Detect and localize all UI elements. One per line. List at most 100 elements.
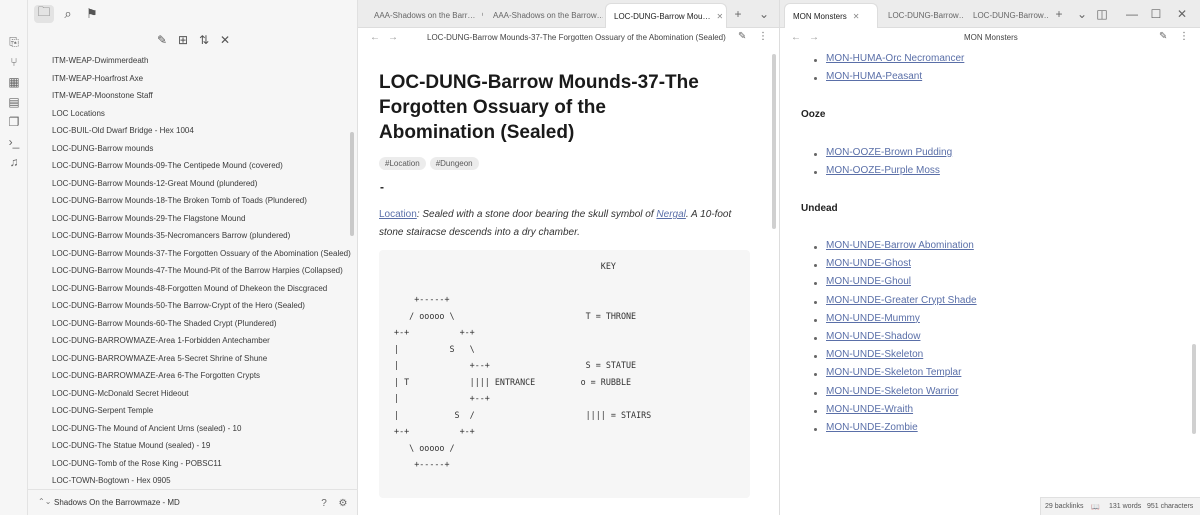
file-item[interactable]: ITM-WEAP-Moonstone Staff xyxy=(52,91,153,100)
pin-icon[interactable]: ⚲ xyxy=(481,11,483,20)
edit-pencil-icon[interactable]: ✎ xyxy=(1159,31,1167,42)
more-options-icon[interactable]: ⋮ xyxy=(1179,31,1189,42)
file-item[interactable]: LOC-DUNG-Serpent Temple xyxy=(52,406,153,415)
file-item[interactable]: LOC-DUNG-Barrow Mounds-48-Forgotten Moun… xyxy=(52,284,327,293)
new-tab-icon[interactable]: + xyxy=(730,6,746,22)
monster-link[interactable]: MON-UNDE-Skeleton Warrior xyxy=(826,386,958,397)
reading-view-icon[interactable]: 📖 xyxy=(1091,503,1100,511)
tab-aaa-shadows-2[interactable]: AAA-Shadows on the Barrow… xyxy=(485,3,603,28)
tab-loc-dung-1[interactable]: LOC-DUNG-Barrow… xyxy=(880,3,964,28)
monster-link[interactable]: MON-UNDE-Mummy xyxy=(826,313,920,324)
view-header-title[interactable]: MON Monsters xyxy=(964,33,1018,42)
monster-link[interactable]: MON-UNDE-Shadow xyxy=(826,331,920,342)
sort-icon[interactable]: ⇅ xyxy=(195,32,213,48)
maximize-icon[interactable]: ☐ xyxy=(1148,6,1164,22)
separator-dash: - xyxy=(380,180,384,194)
file-item[interactable]: LOC-DUNG-Barrow Mounds-18-The Broken Tom… xyxy=(52,196,307,205)
monster-link[interactable]: MON-OOZE-Purple Moss xyxy=(826,165,940,176)
edit-pencil-icon[interactable]: ✎ xyxy=(738,31,746,42)
file-item[interactable]: LOC-DUNG-Barrow Mounds-60-The Shaded Cry… xyxy=(52,319,277,328)
editor-scrollbar[interactable] xyxy=(772,54,776,229)
file-item[interactable]: LOC-DUNG-Tomb of the Rose King - POBSC11 xyxy=(52,459,222,468)
file-item[interactable]: LOC-TOWN-Bogtown - Hex 0905 xyxy=(52,476,171,485)
nergal-link[interactable]: Nergal xyxy=(656,209,685,220)
monster-link[interactable]: MON-UNDE-Skeleton Templar xyxy=(826,367,961,378)
collapse-all-icon[interactable]: ✕ xyxy=(216,32,234,48)
file-item[interactable]: ITM-WEAP-Hoarfrost Axe xyxy=(52,74,143,83)
file-item[interactable]: LOC-DUNG-BARROWMAZE-Area 1-Forbidden Ant… xyxy=(52,336,270,345)
right-pane-scrollbar[interactable] xyxy=(1192,344,1196,434)
tab-loc-dung-2[interactable]: LOC-DUNG-Barrow… xyxy=(965,3,1049,28)
monster-link[interactable]: MON-OOZE-Brown Pudding xyxy=(826,147,952,158)
templates-icon[interactable]: ❐ xyxy=(6,114,22,130)
bookmark-icon[interactable]: ⚑ xyxy=(82,5,102,23)
forward-arrow-icon[interactable]: → xyxy=(388,32,398,43)
file-item[interactable]: LOC-DUNG-BARROWMAZE-Area 6-The Forgotten… xyxy=(52,371,260,380)
tab-aaa-shadows-1[interactable]: AAA-Shadows on the Barr… ⚲ xyxy=(366,3,483,28)
monster-link[interactable]: MON-UNDE-Barrow Abomination xyxy=(826,240,974,251)
search-icon[interactable]: ⌕ xyxy=(58,5,78,23)
file-item[interactable]: LOC-DUNG-Barrow Mounds-29-The Flagstone … xyxy=(52,214,245,223)
tag-location[interactable]: #Location xyxy=(379,157,426,170)
monster-link[interactable]: MON-UNDE-Wraith xyxy=(826,404,913,415)
backlinks-count[interactable]: 29 backlinks xyxy=(1045,503,1084,510)
back-arrow-icon[interactable]: ← xyxy=(791,32,801,43)
command-palette-icon[interactable]: ›_ xyxy=(6,134,22,150)
tab-label: LOC-DUNG-Barrow Mou… xyxy=(614,11,711,21)
back-arrow-icon[interactable]: ← xyxy=(370,32,380,43)
daily-note-icon[interactable]: ▤ xyxy=(6,94,22,110)
tab-list-chevron-icon[interactable]: ⌄ xyxy=(756,6,772,22)
file-item[interactable]: LOC-DUNG-Barrow mounds xyxy=(52,144,153,153)
file-item[interactable]: LOC-DUNG-Barrow Mounds-35-Necromancers B… xyxy=(52,231,290,240)
new-folder-icon[interactable]: ⊞ xyxy=(174,32,192,48)
close-tab-icon[interactable]: ✕ xyxy=(716,12,723,21)
help-icon[interactable]: ? xyxy=(317,496,331,510)
file-item[interactable]: LOC-DUNG-Barrow Mounds-47-The Mound-Pit … xyxy=(52,266,343,275)
monster-link[interactable]: MON-UNDE-Ghoul xyxy=(826,276,911,287)
file-item[interactable]: LOC-DUNG-BARROWMAZE-Area 5-Secret Shrine… xyxy=(52,354,267,363)
location-link[interactable]: Location xyxy=(379,209,417,220)
file-item[interactable]: ITM-WEAP-Dwimmerdeath xyxy=(52,56,148,65)
tab-loc-dung-active[interactable]: LOC-DUNG-Barrow Mou… ✕ xyxy=(605,3,727,28)
tag-dungeon[interactable]: #Dungeon xyxy=(429,157,479,170)
file-item[interactable]: LOC-DUNG-Barrow Mounds-09-The Centipede … xyxy=(52,161,283,170)
monster-link[interactable]: MON-UNDE-Skeleton xyxy=(826,349,923,360)
audio-icon[interactable]: ♫ xyxy=(6,154,22,170)
monster-link[interactable]: MON-HUMA-Orc Necromancer xyxy=(826,53,964,64)
monster-link[interactable]: MON-UNDE-Greater Crypt Shade xyxy=(826,295,977,306)
files-tab-folder-icon[interactable]: 🗀 xyxy=(34,4,54,23)
file-item[interactable]: LOC Locations xyxy=(52,109,105,118)
monster-link[interactable]: MON-UNDE-Zombie xyxy=(826,422,918,433)
file-item[interactable]: LOC-BUIL-Old Dwarf Bridge - Hex 1004 xyxy=(52,126,194,135)
file-item[interactable]: LOC-DUNG-The Mound of Ancient Urns (seal… xyxy=(52,424,241,433)
file-item[interactable]: LOC-DUNG-Barrow Mounds-12-Great Mound (p… xyxy=(52,179,257,188)
settings-gear-icon[interactable]: ⚙ xyxy=(336,496,350,510)
close-window-icon[interactable]: ✕ xyxy=(1174,6,1190,22)
minimize-icon[interactable]: — xyxy=(1124,6,1140,22)
graph-view-icon[interactable]: ⑂ xyxy=(6,54,22,70)
toggle-right-sidebar-icon[interactable]: ◫ xyxy=(1094,6,1110,22)
new-tab-icon[interactable]: + xyxy=(1051,6,1067,22)
new-note-icon[interactable]: ✎ xyxy=(153,32,171,48)
forward-arrow-icon[interactable]: → xyxy=(809,32,819,43)
para-text-1: : Sealed with a stone door bearing the s… xyxy=(416,209,657,220)
vault-switcher[interactable]: ⌃⌄ Shadows On the Barrowmaze - MD ? ⚙ xyxy=(28,489,358,515)
open-quick-switcher-icon[interactable]: ⎘ xyxy=(6,34,22,50)
canvas-icon[interactable]: ▦ xyxy=(6,74,22,90)
sidebar-scrollbar[interactable] xyxy=(350,132,354,236)
list-bullet xyxy=(814,300,817,304)
list-bullet xyxy=(814,282,817,286)
more-options-icon[interactable]: ⋮ xyxy=(758,31,768,42)
file-item[interactable]: LOC-DUNG-Barrow Mounds-37-The Forgotten … xyxy=(52,249,351,258)
tab-mon-monsters[interactable]: MON Monsters ✕ xyxy=(784,3,878,28)
file-item[interactable]: LOC-DUNG-McDonald Secret Hideout xyxy=(52,389,189,398)
tab-list-chevron-icon[interactable]: ⌄ xyxy=(1074,6,1090,22)
file-item[interactable]: LOC-DUNG-The Statue Mound (sealed) - 19 xyxy=(52,441,210,450)
file-item[interactable]: LOC-DUNG-Barrow Mounds-50-The Barrow-Cry… xyxy=(52,301,305,310)
list-bullet xyxy=(814,373,817,377)
monster-link[interactable]: MON-HUMA-Peasant xyxy=(826,71,922,82)
monster-link[interactable]: MON-UNDE-Ghost xyxy=(826,258,911,269)
close-tab-icon[interactable]: ✕ xyxy=(853,12,860,21)
list-bullet xyxy=(814,264,817,268)
view-header-title[interactable]: LOC-DUNG-Barrow Mounds-37-The Forgotten … xyxy=(427,33,726,42)
